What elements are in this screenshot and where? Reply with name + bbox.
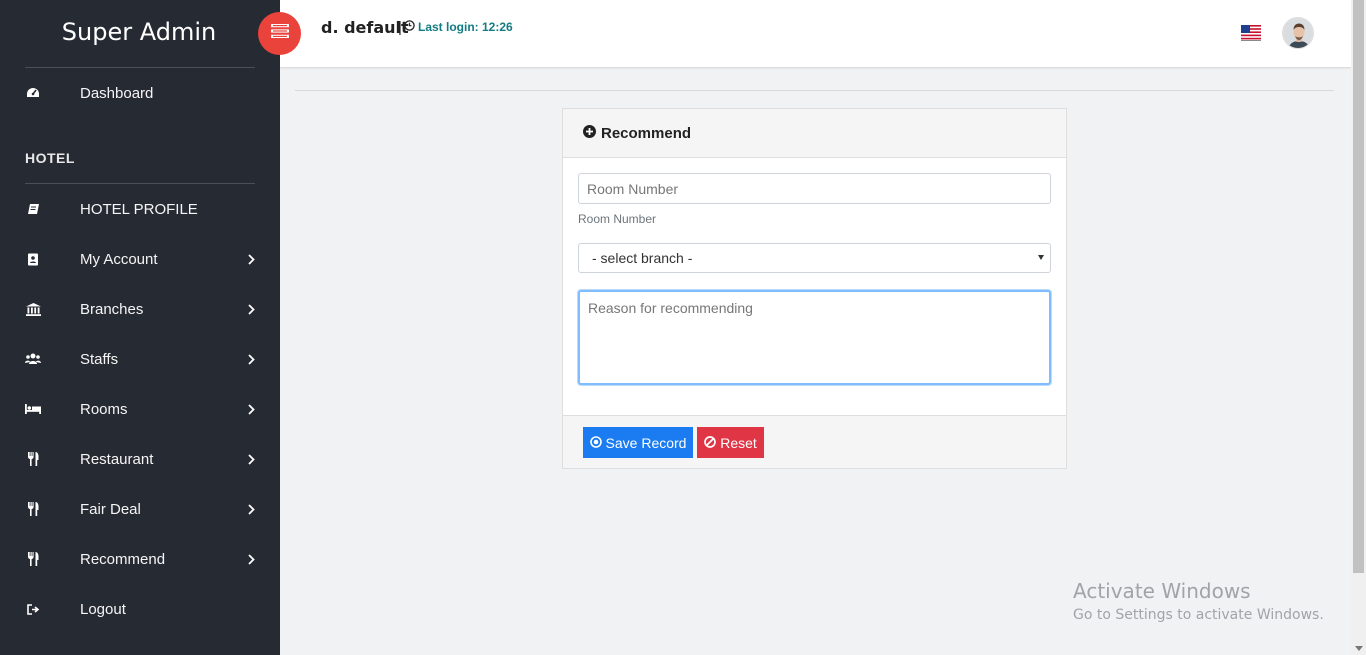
dot-circle-icon: [589, 435, 602, 451]
sidebar-toggle-button[interactable]: [258, 12, 301, 55]
last-login-text: Last login: 12:26: [418, 20, 513, 34]
bed-icon: [25, 401, 41, 417]
chevron-right-icon: [246, 402, 256, 416]
sidebar-item-label: Restaurant: [80, 450, 154, 468]
us-flag-icon[interactable]: [1241, 25, 1261, 41]
chevron-right-icon: [246, 252, 256, 266]
clock-icon: [404, 20, 415, 34]
ban-icon: [704, 435, 717, 451]
sidebar-item-rooms[interactable]: Rooms: [0, 391, 280, 427]
sidebar-item-recommend[interactable]: Recommend: [0, 541, 280, 577]
sidebar-divider: [25, 67, 255, 68]
watermark-subtitle: Go to Settings to activate Windows.: [1073, 607, 1324, 623]
save-record-button[interactable]: Save Record: [583, 427, 693, 458]
content-divider: [295, 90, 1334, 91]
sidebar-item-dashboard[interactable]: Dashboard: [0, 75, 280, 111]
sidebar-item-restaurant[interactable]: Restaurant: [0, 441, 280, 477]
chevron-right-icon: [246, 452, 256, 466]
reset-label: Reset: [720, 434, 757, 451]
users-icon: [25, 351, 41, 367]
sidebar-item-logout[interactable]: Logout: [0, 591, 280, 627]
caret-down-icon: [1038, 255, 1044, 260]
recommend-form-card: Recommend Room Number - select branch - …: [562, 108, 1067, 469]
cutlery-icon: [25, 551, 41, 567]
address-book-icon: [25, 251, 41, 267]
watermark-title: Activate Windows: [1073, 579, 1251, 603]
form-title-text: Recommend: [601, 125, 692, 142]
user-avatar[interactable]: [1282, 17, 1314, 49]
sidebar: Super Admin Dashboard HOTEL HOTEL PROFIL…: [0, 0, 280, 655]
chevron-right-icon: [246, 552, 256, 566]
last-login: Last login: 12:26: [404, 20, 513, 34]
cutlery-icon: [25, 501, 41, 517]
sidebar-item-label: Staffs: [80, 350, 119, 368]
sidebar-item-fair-deal[interactable]: Fair Deal: [0, 491, 280, 527]
save-record-label: Save Record: [605, 434, 687, 451]
dashboard-icon: [25, 85, 41, 101]
sidebar-item-staffs[interactable]: Staffs: [0, 341, 280, 377]
user-name: d. default: [321, 18, 409, 37]
chevron-right-icon: [246, 302, 256, 316]
sidebar-item-label: Branches: [80, 300, 144, 318]
windows-activation-watermark: Activate Windows Go to Settings to activ…: [1073, 579, 1324, 623]
room-number-input[interactable]: [578, 173, 1051, 204]
chevron-right-icon: [246, 352, 256, 366]
sidebar-item-label: Dashboard: [80, 84, 154, 102]
cutlery-icon: [25, 451, 41, 467]
room-number-help: Room Number: [578, 212, 657, 226]
branch-select-value: - select branch -: [592, 250, 693, 266]
sidebar-item-branches[interactable]: Branches: [0, 291, 280, 327]
sidebar-divider: [25, 183, 255, 184]
plus-circle-icon: [583, 125, 596, 142]
sidebar-item-my-account[interactable]: My Account: [0, 241, 280, 277]
sign-out-icon: [25, 601, 41, 617]
brand-title: Super Admin: [61, 18, 217, 46]
bank-icon: [25, 301, 41, 317]
page-scrollbar[interactable]: [1351, 0, 1366, 655]
scroll-down-arrow-icon[interactable]: [1355, 646, 1363, 651]
sidebar-item-label: Logout: [80, 600, 126, 618]
card-header: Recommend: [563, 109, 1066, 158]
section-label-hotel: HOTEL: [25, 150, 75, 166]
sidebar-item-label: Recommend: [80, 550, 166, 568]
separator: |: [398, 19, 402, 36]
sidebar-item-hotel-profile[interactable]: HOTEL PROFILE: [0, 191, 280, 227]
topbar: d. default | Last login: 12:26: [280, 0, 1351, 68]
scrollbar-thumb[interactable]: [1353, 0, 1364, 573]
form-title: Recommend: [583, 125, 691, 142]
branch-select[interactable]: - select branch -: [578, 243, 1051, 273]
reason-textarea[interactable]: [578, 290, 1051, 385]
reset-button[interactable]: Reset: [697, 427, 764, 458]
chevron-right-icon: [246, 502, 256, 516]
book-icon: [25, 201, 41, 217]
menu-icon: [270, 24, 289, 43]
card-footer: Save Record Reset: [563, 415, 1066, 468]
sidebar-item-label: Fair Deal: [80, 500, 141, 518]
sidebar-item-label: My Account: [80, 250, 158, 268]
sidebar-item-label: Rooms: [80, 400, 128, 418]
sidebar-item-label: HOTEL PROFILE: [80, 200, 198, 218]
